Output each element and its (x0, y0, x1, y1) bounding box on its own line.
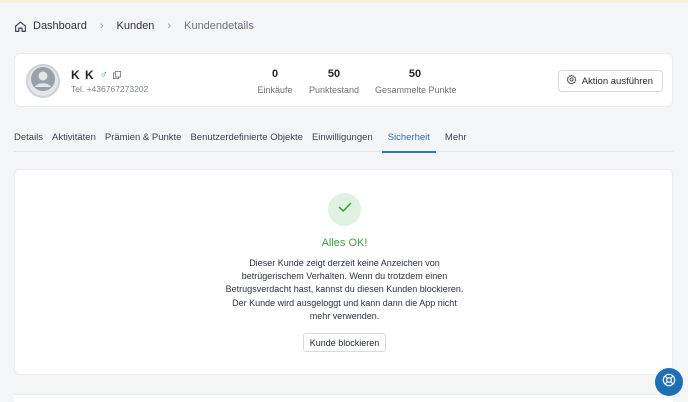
customer-name: K K (71, 68, 95, 82)
help-button[interactable] (655, 368, 683, 396)
stat-gesammelte-punkte: 50 Gesammelte Punkte (375, 68, 457, 95)
top-accent-line (0, 0, 688, 3)
avatar-icon (30, 66, 56, 97)
tab-details[interactable]: Details (14, 128, 43, 152)
breadcrumb-kundendetails: Kundendetails (184, 20, 254, 32)
breadcrumb-dashboard[interactable]: Dashboard (33, 20, 87, 32)
tab-aktivitaeten[interactable]: Aktivitäten (52, 128, 96, 152)
customer-phone: Tel. +436767273202 (71, 84, 149, 94)
next-section-edge (14, 394, 673, 402)
security-panel: Alles OK! Dieser Kunde zeigt derzeit kei… (14, 169, 673, 375)
status-message-line: Dieser Kunde zeigt derzeit keine Anzeich… (249, 258, 440, 268)
breadcrumb-kunden[interactable]: Kunden (117, 20, 155, 32)
tab-mehr[interactable]: Mehr (445, 128, 467, 152)
stat-label: Einkäufe (257, 85, 293, 95)
tab-praemien-punkte[interactable]: Prämien & Punkte (105, 128, 182, 152)
status-message-line: Betrugsverdacht hast, kannst du diesen K… (225, 284, 464, 295)
status-title: Alles OK! (321, 237, 368, 249)
stat-value: 50 (408, 68, 422, 80)
block-customer-button[interactable]: Kunde blockieren (303, 333, 386, 352)
help-icon (662, 373, 676, 392)
breadcrumb: Dashboard › Kunden › Kundendetails (14, 18, 254, 34)
avatar (26, 64, 60, 98)
checkmark-icon (337, 199, 353, 220)
status-message-line: betrügerischem Verhalten. Wenn du trotzd… (241, 271, 448, 282)
home-icon[interactable] (14, 20, 27, 33)
stat-einkaeufe: 0 Einkäufe (255, 68, 295, 95)
stat-value: 50 (327, 68, 341, 80)
tab-bar: Details Aktivitäten Prämien & Punkte Ben… (14, 128, 673, 153)
customer-header-card: K K ♂ Tel. +436767273202 0 Einkäufe 50 P… (14, 53, 673, 107)
tab-einwilligungen[interactable]: Einwilligungen (312, 128, 373, 152)
stat-label: Punktestand (308, 85, 360, 95)
status-message-line: Der Kunde wird ausgeloggt und kann dann … (232, 297, 457, 308)
chevron-right-icon: › (99, 20, 104, 32)
customer-name-row: K K ♂ (71, 68, 121, 82)
stat-punktestand: 50 Punktestand (308, 68, 360, 95)
status-badge (328, 193, 361, 226)
action-button-label: Aktion ausführen (581, 75, 653, 87)
tab-benutzerdefinierte-objekte[interactable]: Benutzerdefinierte Objekte (190, 128, 302, 152)
copy-icon[interactable] (112, 71, 121, 79)
status-message: Dieser Kunde zeigt derzeit keine Anzeich… (214, 257, 475, 323)
gear-icon (566, 74, 577, 88)
stat-label: Gesammelte Punkte (375, 85, 457, 95)
action-button[interactable]: Aktion ausführen (557, 70, 663, 92)
male-icon: ♂ (99, 68, 108, 81)
tab-sicherheit[interactable]: Sicherheit (381, 128, 437, 153)
status-message-line: mehr verwenden. (309, 310, 380, 321)
stat-value: 0 (271, 68, 279, 80)
chevron-right-icon: › (167, 20, 172, 32)
